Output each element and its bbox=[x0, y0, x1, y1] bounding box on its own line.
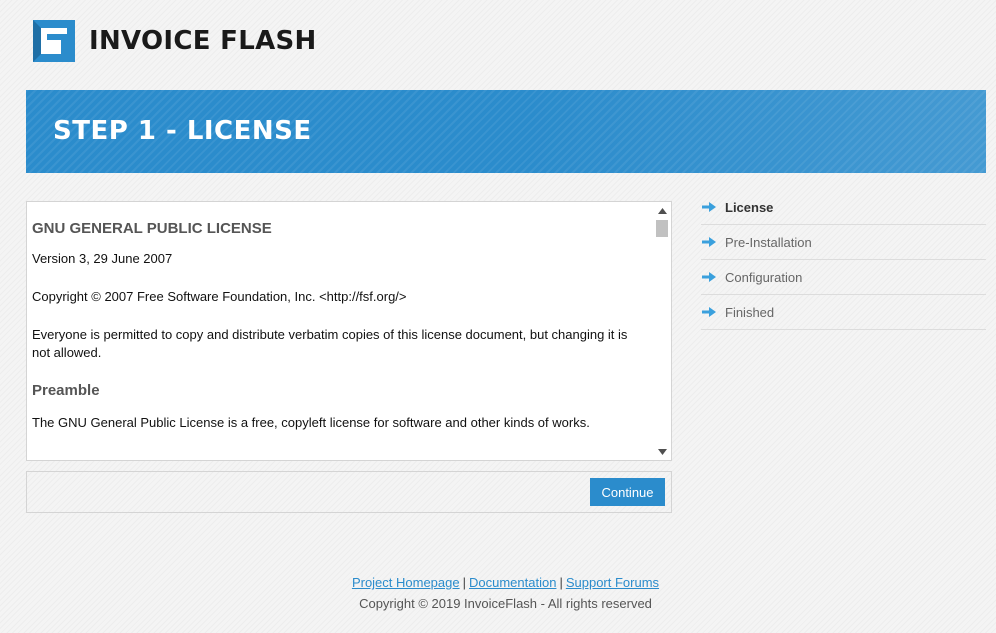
footer: Project Homepage | Documentation | Support F… bbox=[0, 575, 996, 611]
support-forums-link[interactable]: Support Forums bbox=[566, 575, 659, 590]
page-title: STEP 1 - LICENSE bbox=[53, 116, 312, 146]
footer-separator: | bbox=[559, 575, 563, 590]
scroll-up-arrow-icon[interactable] bbox=[654, 202, 671, 219]
step-item-pre-installation: Pre-Installation bbox=[701, 225, 986, 260]
license-permission: Everyone is permitted to copy and distri… bbox=[32, 327, 628, 360]
license-copyright: Copyright © 2007 Free Software Foundatio… bbox=[32, 289, 407, 304]
footer-separator: | bbox=[462, 575, 466, 590]
license-content: GNU GENERAL PUBLIC LICENSE Version 3, 29… bbox=[27, 202, 654, 460]
logo-icon bbox=[33, 20, 75, 62]
step-label: Configuration bbox=[725, 269, 803, 285]
logo-text: INVOICE FLASH bbox=[89, 26, 317, 56]
arrow-right-icon bbox=[702, 202, 716, 212]
step-label: Pre-Installation bbox=[725, 234, 812, 250]
action-bar: Continue bbox=[26, 471, 672, 513]
documentation-link[interactable]: Documentation bbox=[469, 575, 556, 590]
preamble-text: The GNU General Public License is a free… bbox=[32, 415, 590, 430]
license-version: Version 3, 29 June 2007 bbox=[32, 251, 173, 266]
project-homepage-link[interactable]: Project Homepage bbox=[352, 575, 460, 590]
license-heading: GNU GENERAL PUBLIC LICENSE bbox=[32, 220, 272, 237]
arrow-right-icon bbox=[702, 307, 716, 317]
step-label: Finished bbox=[725, 304, 775, 320]
scroll-thumb[interactable] bbox=[656, 220, 668, 237]
steps-nav: License Pre-Installation Configuration F… bbox=[701, 190, 986, 330]
continue-button[interactable]: Continue bbox=[590, 478, 665, 506]
scroll-down-arrow-icon[interactable] bbox=[654, 443, 671, 460]
footer-links: Project Homepage | Documentation | Support F… bbox=[0, 575, 996, 590]
arrow-right-icon bbox=[702, 237, 716, 247]
step-banner: STEP 1 - LICENSE bbox=[26, 90, 986, 173]
license-textbox[interactable]: GNU GENERAL PUBLIC LICENSE Version 3, 29… bbox=[26, 201, 672, 461]
step-item-configuration: Configuration bbox=[701, 260, 986, 295]
copyright-text: Copyright © 2019 InvoiceFlash - All righ… bbox=[359, 596, 652, 611]
preamble-heading: Preamble bbox=[32, 382, 100, 399]
arrow-right-icon bbox=[702, 272, 716, 282]
license-scrollbar[interactable] bbox=[654, 202, 671, 460]
step-item-license: License bbox=[701, 190, 986, 225]
step-label: License bbox=[725, 199, 774, 215]
app-logo: INVOICE FLASH bbox=[33, 20, 317, 62]
step-item-finished: Finished bbox=[701, 295, 986, 330]
